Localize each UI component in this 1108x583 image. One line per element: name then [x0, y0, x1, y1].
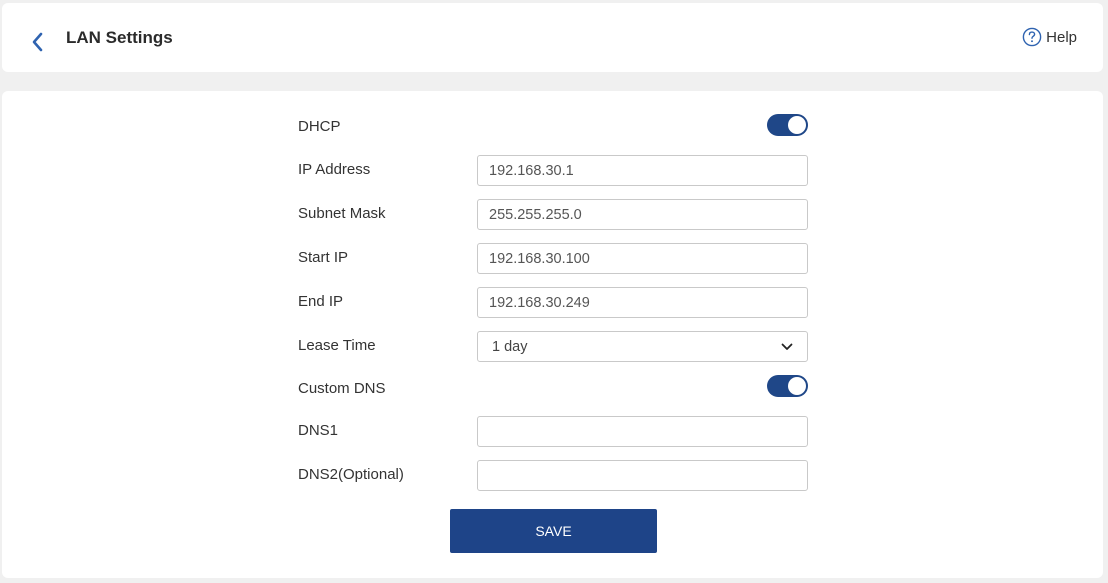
start-ip-label: Start IP: [298, 249, 349, 266]
lan-settings-form: DHCP IP Address Subnet Mask Start IP End…: [2, 91, 1103, 578]
lease-time-value: 1 day: [492, 338, 528, 355]
subnet-mask-label: Subnet Mask: [298, 205, 386, 222]
back-button[interactable]: [28, 30, 48, 54]
end-ip-label: End IP: [298, 293, 344, 310]
start-ip-input[interactable]: [477, 243, 808, 274]
ip-address-label: IP Address: [298, 161, 371, 178]
lease-time-select[interactable]: 1 day: [477, 331, 808, 362]
dns2-input[interactable]: [477, 460, 808, 491]
save-button[interactable]: SAVE: [450, 509, 657, 553]
page-header: LAN Settings Help: [2, 3, 1103, 72]
lease-time-label: Lease Time: [298, 337, 376, 354]
dns1-label: DNS1: [298, 422, 339, 439]
custom-dns-toggle[interactable]: [767, 375, 808, 397]
subnet-mask-input[interactable]: [477, 199, 808, 230]
dns2-label: DNS2(Optional): [298, 466, 404, 483]
dhcp-label: DHCP: [298, 118, 341, 135]
page-title: LAN Settings: [66, 28, 173, 47]
toggle-knob: [788, 377, 806, 395]
question-circle-icon: [1022, 27, 1042, 47]
chevron-down-icon: [781, 343, 793, 350]
help-link[interactable]: Help: [1022, 27, 1077, 47]
help-label: Help: [1046, 28, 1077, 46]
chevron-left-icon: [32, 32, 43, 52]
ip-address-input[interactable]: [477, 155, 808, 186]
end-ip-input[interactable]: [477, 287, 808, 318]
toggle-knob: [788, 116, 806, 134]
dns1-input[interactable]: [477, 416, 808, 447]
custom-dns-label: Custom DNS: [298, 380, 386, 397]
dhcp-toggle[interactable]: [767, 114, 808, 136]
